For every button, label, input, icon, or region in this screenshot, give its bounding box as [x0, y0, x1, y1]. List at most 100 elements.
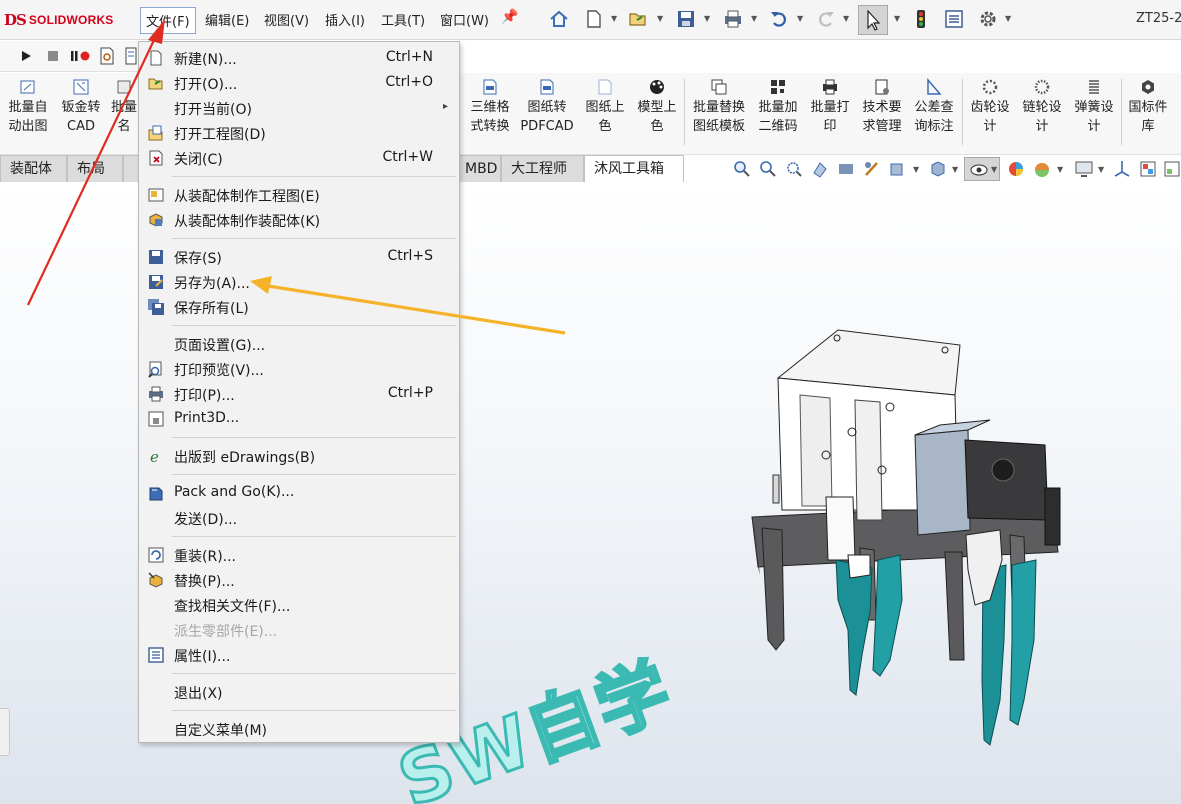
edit-appearance-icon[interactable] — [1006, 159, 1026, 179]
menu-item-save-all[interactable]: 保存所有(L) — [139, 295, 459, 319]
open-icon[interactable] — [627, 8, 649, 30]
menu-tools[interactable]: 工具(T) — [381, 10, 425, 29]
orientation-caret-icon[interactable]: ▼ — [952, 165, 958, 174]
hide-show-button[interactable]: ▼ — [964, 157, 1000, 181]
menu-item-pack-and-go[interactable]: Pack and Go(K)... — [139, 481, 459, 505]
new-dropdown-caret-icon[interactable]: ▼ — [611, 14, 617, 23]
menu-item-open[interactable]: 打开(O)... Ctrl+O — [139, 71, 459, 95]
model-palette-button[interactable]: 模型上 色 — [634, 78, 680, 148]
menu-item-make-assembly[interactable]: 从装配体制作装配体(K) — [139, 208, 459, 232]
play-macro-icon[interactable] — [20, 50, 32, 62]
menu-item-replace[interactable]: 替换(P)... — [139, 568, 459, 592]
rebuild-traffic-light-icon[interactable] — [910, 8, 932, 30]
new-macro-icon[interactable] — [99, 47, 115, 65]
standard-parts-button[interactable]: 国标件 库 — [1125, 78, 1171, 148]
menu-item-save-as[interactable]: 另存为(A)... — [139, 270, 459, 294]
menu-insert[interactable]: 插入(I) — [325, 10, 365, 29]
options-gear-icon[interactable] — [977, 8, 999, 30]
view-settings-icon[interactable] — [862, 159, 882, 179]
save-dropdown-caret-icon[interactable]: ▼ — [704, 14, 710, 23]
tolerance-button[interactable]: 公差查 询标注 — [910, 78, 958, 148]
record-pause-macro-icon[interactable] — [70, 50, 92, 62]
menu-item-page-setup[interactable]: 页面设置(G)... — [139, 332, 459, 356]
menu-item-publish-edrawings[interactable]: e 出版到 eDrawings(B) — [139, 444, 459, 468]
sprocket-design-label-2: 计 — [1035, 119, 1049, 134]
previous-view-icon[interactable] — [784, 159, 804, 179]
solidworks-logo[interactable]: DS SOLIDWORKS — [4, 9, 114, 31]
view-orientation-icon[interactable] — [928, 159, 948, 179]
tab-mufeng-toolbox[interactable]: 沐风工具箱 — [584, 155, 684, 182]
new-document-icon — [150, 50, 162, 66]
menu-item-find-references[interactable]: 查找相关文件(F)... — [139, 593, 459, 617]
undo-dropdown-caret-icon[interactable]: ▼ — [797, 14, 803, 23]
redo-icon[interactable] — [815, 8, 837, 30]
batch-print-button[interactable]: 批量打 印 — [806, 78, 854, 148]
monitor-icon[interactable] — [1074, 159, 1094, 179]
stop-macro-icon[interactable] — [47, 50, 59, 62]
tab-mbd[interactable]: MBD — [455, 155, 501, 182]
menu-item-customize-menu[interactable]: 自定义菜单(M) — [139, 717, 459, 741]
new-document-icon[interactable] — [583, 8, 605, 30]
tech-requirements-button[interactable]: 技术要 求管理 — [858, 78, 906, 148]
tab-assembly[interactable]: 装配体 — [0, 155, 67, 182]
menu-item-open-recent[interactable]: 打开当前(O) ▸ — [139, 96, 459, 120]
display-style-caret-icon[interactable]: ▼ — [913, 165, 919, 174]
gear-design-button[interactable]: 齿轮设 计 — [966, 78, 1014, 148]
qr-code-button[interactable]: 批量加 二维码 — [754, 78, 802, 148]
menu-view[interactable]: 视图(V) — [264, 10, 309, 29]
close-document-icon — [149, 150, 163, 166]
save-icon[interactable] — [675, 8, 697, 30]
menu-item-reload[interactable]: 重装(R)... — [139, 543, 459, 567]
batch-drawing-button[interactable]: 批量自 动出图 — [5, 78, 51, 148]
zoom-to-fit-icon[interactable] — [732, 159, 752, 179]
display-style-icon[interactable] — [888, 159, 908, 179]
3d-format-button[interactable]: 三维格 式转换 — [466, 78, 514, 148]
zoom-area-icon[interactable] — [758, 159, 778, 179]
menu-item-send[interactable]: 发送(D)... — [139, 506, 459, 530]
menu-item-open-drawing[interactable]: 打开工程图(D) — [139, 121, 459, 145]
batch-rename-button[interactable]: 批量 名 — [110, 78, 138, 148]
tab-layout[interactable]: 布局 — [67, 155, 123, 182]
sheetmetal-cad-button[interactable]: 钣金转 CAD — [58, 78, 104, 148]
options-dropdown-caret-icon[interactable]: ▼ — [1005, 14, 1011, 23]
file-properties-icon[interactable] — [943, 8, 965, 30]
menu-item-close[interactable]: 关闭(C) Ctrl+W — [139, 146, 459, 170]
monitor-caret-icon[interactable]: ▼ — [1098, 165, 1104, 174]
coordinate-icon[interactable] — [1112, 159, 1132, 179]
tab-engineer[interactable]: 大工程师 — [501, 155, 584, 182]
menu-separator — [172, 536, 456, 537]
view-palette-icon[interactable] — [1138, 159, 1158, 179]
edit-macro-icon[interactable] — [124, 47, 138, 65]
tab-hidden-behind-menu[interactable] — [123, 155, 139, 182]
menu-item-print[interactable]: 打印(P)... Ctrl+P — [139, 382, 459, 406]
menu-item-exit[interactable]: 退出(X) — [139, 680, 459, 704]
menu-item-new[interactable]: 新建(N)... Ctrl+N — [139, 46, 459, 70]
print-icon[interactable] — [722, 8, 744, 30]
menu-item-print-label: 打印(P)... — [174, 388, 235, 404]
menu-item-save[interactable]: 保存(S) Ctrl+S — [139, 245, 459, 269]
section-view-icon[interactable] — [810, 159, 830, 179]
drawing-color-button[interactable]: 图纸上 色 — [582, 78, 628, 148]
home-icon[interactable] — [548, 8, 570, 30]
menu-window[interactable]: 窗口(W) — [440, 10, 489, 29]
menu-item-print3d[interactable]: Print3D... — [139, 407, 459, 431]
menu-item-print-preview[interactable]: 打印预览(V)... — [139, 357, 459, 381]
drawing-pdf-button[interactable]: 图纸转 PDFCAD — [518, 78, 576, 148]
open-dropdown-caret-icon[interactable]: ▼ — [657, 14, 663, 23]
sprocket-design-button[interactable]: 链轮设 计 — [1018, 78, 1066, 148]
undo-icon[interactable] — [768, 8, 790, 30]
view-palette-2-icon[interactable] — [1162, 159, 1181, 179]
spring-design-button[interactable]: 弹簧设 计 — [1070, 78, 1118, 148]
print-dropdown-caret-icon[interactable]: ▼ — [751, 14, 757, 23]
pin-menu-icon[interactable]: 📌 — [501, 9, 518, 25]
menu-item-make-drawing[interactable]: 从装配体制作工程图(E) — [139, 183, 459, 207]
apply-scene-icon[interactable] — [1032, 159, 1052, 179]
replace-template-button[interactable]: 批量替换 图纸模板 — [689, 78, 749, 148]
menu-item-properties[interactable]: 属性(I)... — [139, 643, 459, 667]
select-dropdown-caret-icon[interactable]: ▼ — [894, 14, 900, 23]
menu-file[interactable]: 文件(F) — [140, 7, 196, 34]
dynamic-annotation-icon[interactable] — [836, 159, 856, 179]
menu-edit[interactable]: 编辑(E) — [205, 10, 249, 29]
select-pointer-button[interactable] — [858, 5, 888, 35]
scene-caret-icon[interactable]: ▼ — [1057, 165, 1063, 174]
